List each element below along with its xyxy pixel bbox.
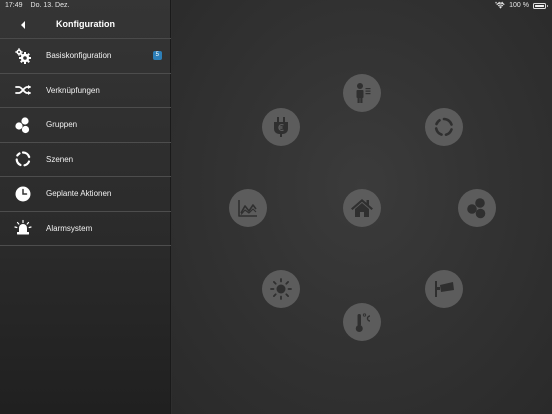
menu-item-label: Geplante Aktionen (46, 189, 112, 199)
gears-icon (15, 48, 31, 64)
status-date: Do. 13. Dez. (30, 2, 70, 9)
hub-groups[interactable] (458, 189, 496, 227)
menu-item-geplante-aktionen[interactable]: Geplante Aktionen (0, 177, 171, 212)
hub-sun[interactable] (262, 270, 300, 308)
hub-home[interactable] (343, 189, 381, 227)
groups-icon (467, 198, 486, 219)
menu-item-basiskonfiguration[interactable]: Basiskonfiguration 5 (0, 39, 171, 74)
menu-item-label: Gruppen (46, 120, 78, 130)
battery-icon (533, 2, 548, 9)
hub-chart[interactable] (229, 189, 267, 227)
groups-icon (15, 117, 30, 133)
menu-item-label: Basiskonfiguration (46, 51, 112, 61)
camera-icon (435, 281, 454, 297)
menu-item-alarmsystem[interactable]: Alarmsystem (0, 212, 171, 246)
menu-item-szenen[interactable]: Szenen (0, 143, 171, 177)
menu-item-label: Verknüpfungen (46, 85, 100, 95)
thermometer-icon (355, 313, 371, 332)
sun-icon (270, 278, 292, 300)
menu-item-gruppen[interactable]: Gruppen (0, 108, 171, 143)
status-bar: 17:49 Do. 13. Dez. ••• 100 % (0, 0, 552, 11)
home-icon (351, 199, 373, 217)
battery-percent: 100 % (509, 2, 529, 9)
menu-item-verknuepfungen[interactable]: Verknüpfungen (0, 74, 171, 108)
hub-thermometer[interactable] (343, 303, 381, 341)
energy-plug-icon (274, 117, 288, 137)
count-badge: 5 (152, 51, 162, 60)
sidebar: Konfiguration Basiskonfiguration 5 Verkn… (0, 0, 171, 414)
scenes-icon (15, 151, 31, 167)
links-icon (15, 85, 31, 96)
alarm-icon (14, 220, 32, 235)
config-menu: Basiskonfiguration 5 Verknüpfungen Grupp… (0, 39, 171, 246)
status-time: 17:49 (5, 2, 23, 9)
hub-energy[interactable] (262, 108, 300, 146)
clock-icon (15, 186, 31, 202)
cycle-icon (434, 117, 453, 136)
hub-cycle[interactable] (425, 108, 463, 146)
menu-item-label: Szenen (46, 154, 74, 164)
navigation-bar: Konfiguration (0, 11, 171, 39)
dashboard-hub (172, 0, 552, 414)
wifi-icon (496, 2, 505, 9)
page-title: Konfiguration (56, 19, 115, 29)
menu-item-label: Alarmsystem (46, 223, 93, 233)
chart-icon (238, 200, 257, 217)
hub-camera[interactable] (425, 270, 463, 308)
hub-person[interactable] (343, 74, 381, 112)
person-icon (356, 83, 371, 103)
